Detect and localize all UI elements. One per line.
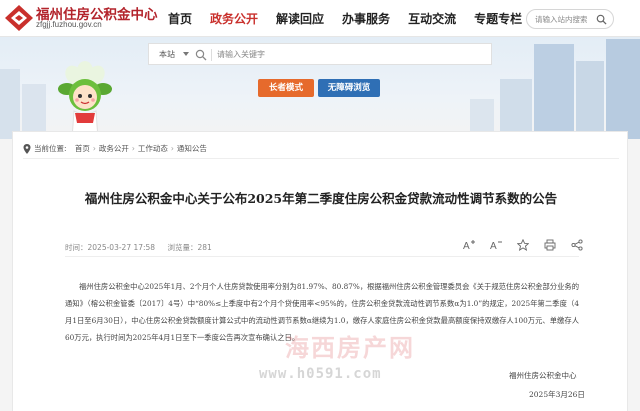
nav-interpretation[interactable]: 解读回应: [276, 10, 324, 27]
article-tools: A A: [463, 239, 598, 251]
article-meta: 时间：2025-03-27 17:58 浏览量：281: [65, 242, 222, 253]
view-count: 浏览量：281: [167, 243, 212, 252]
nav-services[interactable]: 办事服务: [342, 10, 390, 27]
publish-time: 时间：2025-03-27 17:58: [65, 243, 156, 252]
breadcrumb-notices[interactable]: 通知公告: [177, 143, 207, 154]
site-search-input[interactable]: 请输入站内搜索: [526, 9, 614, 29]
banner-search-bar: 本站 请输入关键字: [148, 43, 492, 65]
font-decrease-icon[interactable]: A: [490, 239, 502, 251]
divider: [23, 158, 619, 159]
svg-text:A: A: [490, 241, 497, 251]
breadcrumb-gov-affairs[interactable]: 政务公开: [99, 143, 129, 154]
accessible-browse-button[interactable]: 无障碍浏览: [318, 79, 380, 97]
svg-text:A: A: [463, 241, 470, 251]
breadcrumb-prefix: 当前位置:: [34, 144, 67, 153]
star-favorite-icon[interactable]: [517, 239, 529, 251]
skyline-building: [534, 44, 574, 139]
watermark-url: www.h0591.com: [259, 366, 382, 382]
skyline-building: [0, 69, 20, 139]
nav-topics[interactable]: 专题专栏: [474, 10, 522, 27]
nav-interaction[interactable]: 互动交流: [408, 10, 456, 27]
search-icon[interactable]: [195, 49, 207, 61]
print-icon[interactable]: [544, 239, 556, 251]
divider: [65, 256, 579, 257]
site-header: 福州住房公积金中心 zfgjj.fuzhou.gov.cn 首页 政务公开 解读…: [0, 0, 640, 37]
breadcrumb-separator: [70, 144, 72, 153]
breadcrumb-home[interactable]: 首页: [75, 143, 90, 154]
banner: 本站 请输入关键字 长者模式 无障碍浏览: [0, 37, 640, 139]
skyline-building: [606, 39, 640, 139]
watermark-logo: 海西房产网: [285, 334, 415, 362]
skyline-building: [500, 79, 532, 139]
skyline-building: [576, 61, 604, 139]
article-title: 福州住房公积金中心关于公布2025年第二季度住房公积金贷款流动性调节系数的公告: [84, 191, 558, 206]
breadcrumb: 当前位置: 首页 › 政务公开 › 工作动态 › 通知公告: [23, 143, 207, 154]
nav-home[interactable]: 首页: [168, 10, 192, 27]
site-domain: zfgjj.fuzhou.gov.cn: [36, 20, 102, 29]
jasmine-mascot-icon: [58, 61, 112, 139]
article-date: 2025年3月26日: [529, 390, 585, 399]
article-card: 当前位置: 首页 › 政务公开 › 工作动态 › 通知公告 福州住房公积金中心关…: [12, 131, 628, 411]
search-scope-select[interactable]: 本站: [159, 49, 175, 60]
banner-search-input[interactable]: 请输入关键字: [217, 49, 265, 60]
chevron-down-icon[interactable]: [183, 52, 189, 56]
site-logo-icon[interactable]: [4, 4, 34, 32]
location-pin-icon: [23, 143, 31, 154]
font-increase-icon[interactable]: A: [463, 239, 475, 251]
chevron-right-icon: ›: [131, 144, 135, 153]
main-nav: 首页 政务公开 解读回应 办事服务 互动交流 专题专栏: [168, 10, 540, 27]
chevron-right-icon: ›: [92, 144, 96, 153]
chevron-right-icon: ›: [170, 144, 174, 153]
breadcrumb-work-news[interactable]: 工作动态: [138, 143, 168, 154]
nav-gov-affairs[interactable]: 政务公开: [210, 10, 258, 27]
divider: [211, 49, 212, 61]
share-icon[interactable]: [571, 239, 583, 251]
site-search-placeholder: 请输入站内搜索: [535, 15, 588, 24]
elder-mode-button[interactable]: 长者模式: [258, 79, 314, 97]
article-signature: 福州住房公积金中心: [509, 371, 577, 380]
search-icon[interactable]: [596, 14, 607, 25]
